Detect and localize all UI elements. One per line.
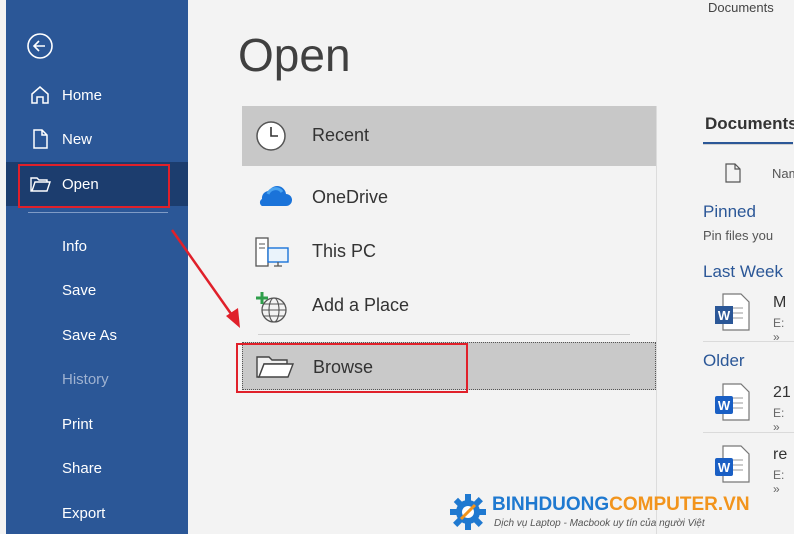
word-backstage-window: Home New Open Info Save Save As History … — [0, 0, 794, 534]
gear-logo-icon — [448, 492, 488, 532]
annotation-arrow — [170, 229, 240, 328]
watermark: BINHDUONGCOMPUTER.VN Dịch vụ Laptop - Ma… — [446, 490, 794, 534]
watermark-tagline: Dịch vụ Laptop - Macbook uy tín của ngườ… — [494, 518, 705, 529]
brand-part2: COMPUTER.VN — [609, 494, 750, 515]
brand-part1: BINHDUONG — [492, 494, 610, 515]
watermark-brand: BINHDUONGCOMPUTER.VN — [492, 494, 750, 516]
